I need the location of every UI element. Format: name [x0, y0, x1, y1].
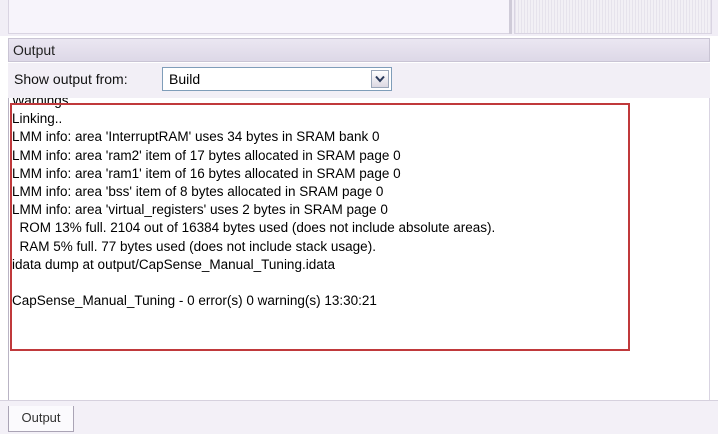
output-source-value: Build	[169, 71, 201, 87]
output-source-select[interactable]: Build	[162, 67, 392, 91]
editor-pane	[8, 0, 510, 34]
output-toolbar: Show output from: Build	[8, 63, 710, 98]
dropdown-button[interactable]	[371, 70, 389, 88]
top-pane-area	[0, 0, 718, 36]
pane-splitter[interactable]	[509, 0, 512, 34]
output-panel-title: Output	[8, 38, 710, 62]
highlight-frame	[10, 103, 630, 351]
tab-output[interactable]: Output	[8, 406, 74, 432]
chevron-down-icon	[375, 75, 385, 83]
side-pane	[514, 0, 712, 34]
show-output-from-label: Show output from:	[14, 71, 128, 87]
bottom-tab-strip: Output	[0, 400, 718, 434]
output-text-area[interactable]: Warnings Linking.. LMM info: area 'Interru…	[8, 98, 710, 400]
